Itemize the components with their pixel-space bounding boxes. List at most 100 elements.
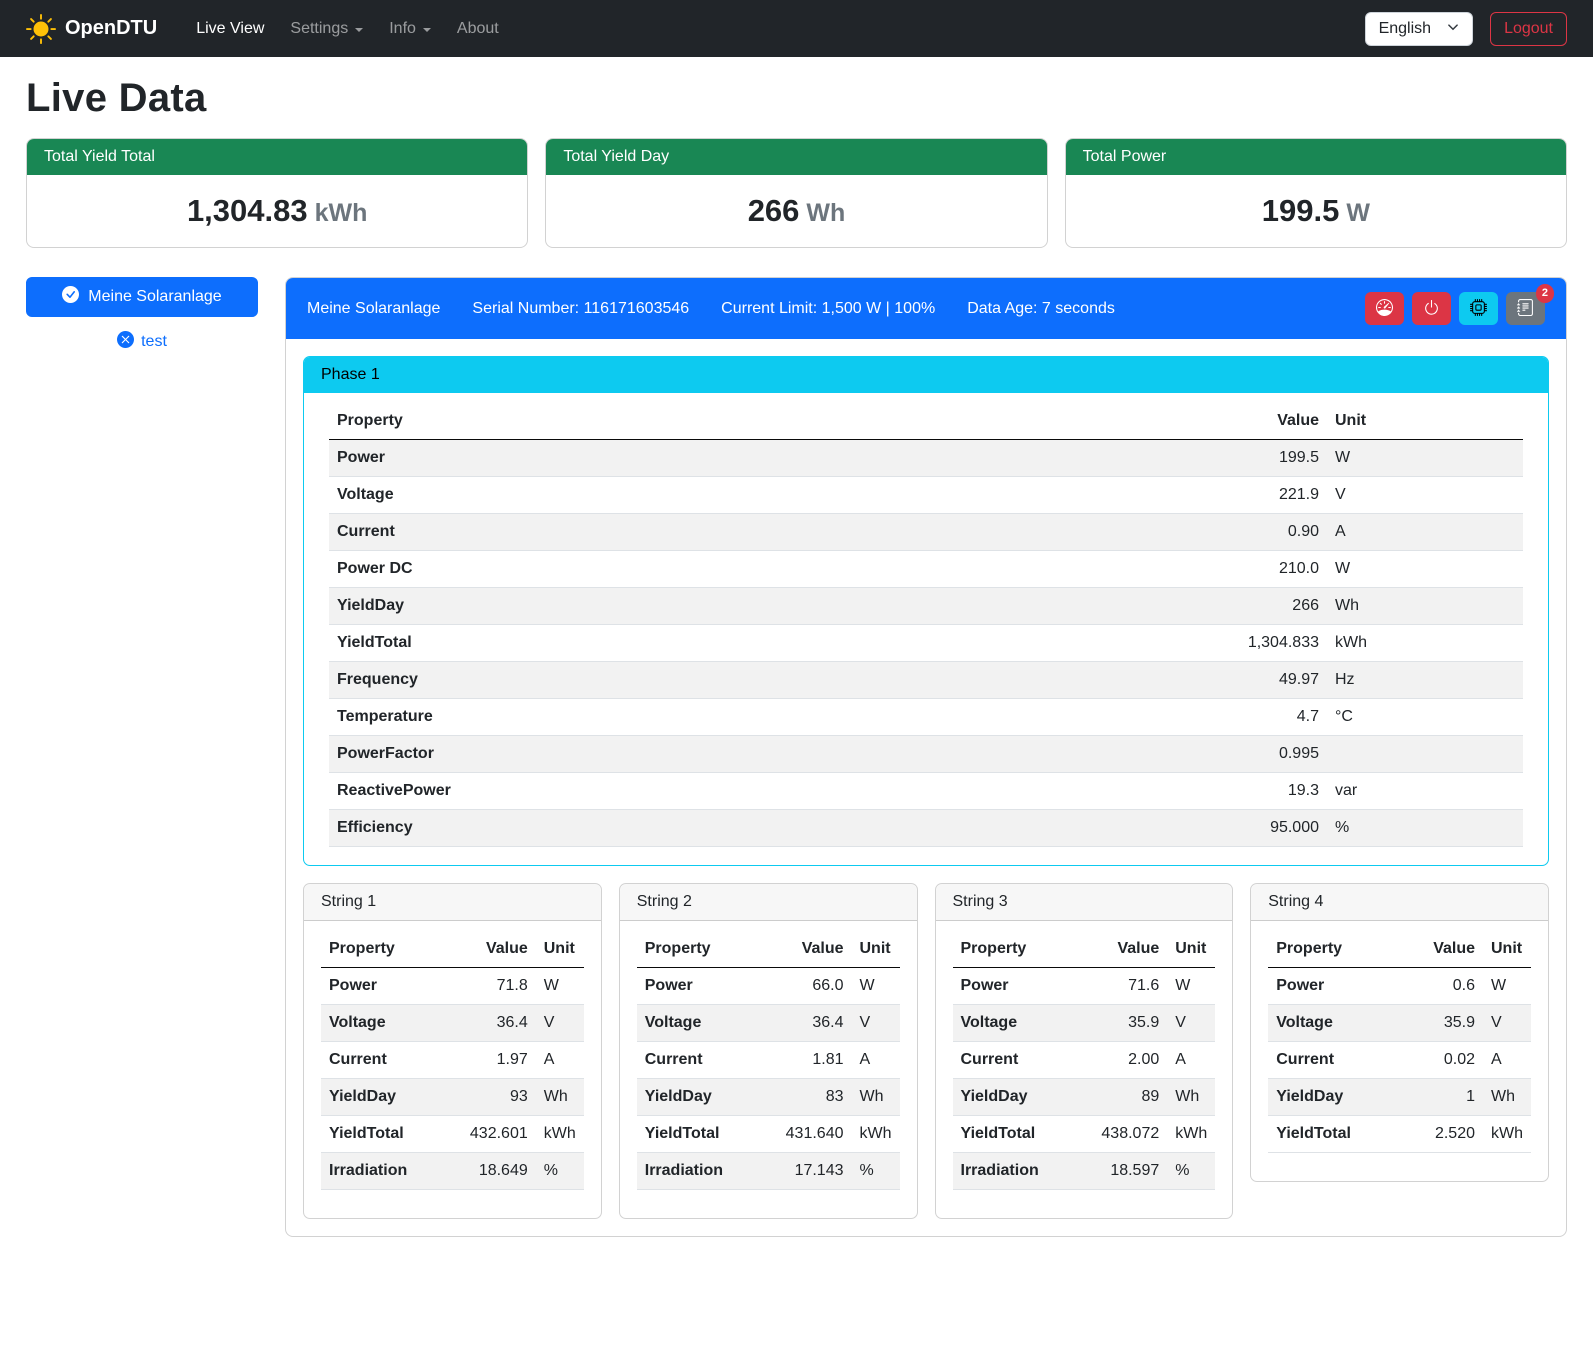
value-cell: 2.520 — [1401, 1116, 1483, 1153]
string-table: Property Value Unit Power71.6WVoltage35.… — [953, 931, 1216, 1190]
column-header-property: Property — [953, 931, 1086, 968]
value-cell: 35.9 — [1401, 1005, 1483, 1042]
table-row: Irradiation18.649% — [321, 1153, 584, 1190]
table-row: Voltage36.4V — [637, 1005, 900, 1042]
unit-cell: kWh — [1483, 1116, 1531, 1153]
value-cell: 95.000 — [1195, 810, 1327, 847]
language-select[interactable]: English — [1365, 12, 1473, 46]
value-cell: 18.597 — [1085, 1153, 1167, 1190]
summary-card-value: 199.5 — [1262, 193, 1340, 228]
value-cell: 71.6 — [1085, 968, 1167, 1005]
table-row: Power DC210.0W — [329, 551, 1523, 588]
page-title: Live Data — [26, 76, 1567, 121]
logout-button[interactable]: Logout — [1490, 12, 1567, 46]
value-cell: 93 — [454, 1079, 536, 1116]
table-row: Current2.00A — [953, 1042, 1216, 1079]
property-cell: Current — [1268, 1042, 1401, 1079]
property-cell: Power — [953, 968, 1086, 1005]
unit-cell: Wh — [1327, 588, 1523, 625]
table-row: Power199.5W — [329, 440, 1523, 477]
property-cell: YieldDay — [329, 588, 1195, 625]
summary-card-unit: W — [1346, 199, 1370, 227]
chevron-down-icon — [423, 28, 431, 32]
string-title: String 2 — [620, 884, 917, 921]
string-card-3: String 3 Property Value Unit — [935, 883, 1234, 1219]
table-row: YieldDay1Wh — [1268, 1079, 1531, 1116]
summary-card-total-yield-day: Total Yield Day 266Wh — [545, 138, 1047, 248]
property-cell: Irradiation — [321, 1153, 454, 1190]
property-cell: Irradiation — [637, 1153, 770, 1190]
unit-cell: W — [852, 968, 900, 1005]
string-card-1: String 1 Property Value Unit — [303, 883, 602, 1219]
column-header-value: Value — [454, 931, 536, 968]
summary-card-value: 1,304.83 — [187, 193, 308, 228]
value-cell: 438.072 — [1085, 1116, 1167, 1153]
table-row: YieldTotal432.601kWh — [321, 1116, 584, 1153]
unit-cell: W — [1167, 968, 1215, 1005]
unit-cell: Wh — [536, 1079, 584, 1116]
summary-card-value: 266 — [748, 193, 800, 228]
property-cell: YieldTotal — [953, 1116, 1086, 1153]
power-icon — [1423, 299, 1440, 319]
inverter-current-limit: Current Limit: 1,500 W | 100% — [721, 300, 935, 318]
value-cell: 221.9 — [1195, 477, 1327, 514]
nav-live-view[interactable]: Live View — [183, 12, 277, 46]
inverter-sidebar: Meine Solaranlage test — [26, 277, 258, 353]
chevron-down-icon — [355, 28, 363, 32]
unit-cell: A — [1327, 514, 1523, 551]
unit-cell: V — [852, 1005, 900, 1042]
sidebar-item-test[interactable]: test — [26, 331, 258, 353]
limit-settings-button[interactable] — [1365, 292, 1404, 325]
property-cell: ReactivePower — [329, 773, 1195, 810]
check-circle-icon — [62, 286, 79, 308]
phase-title: Phase 1 — [304, 357, 1548, 393]
nav-info[interactable]: Info — [376, 12, 444, 46]
event-log-button[interactable]: 2 — [1506, 292, 1545, 325]
journal-icon — [1517, 299, 1534, 319]
value-cell: 199.5 — [1195, 440, 1327, 477]
summary-card-body: 199.5W — [1066, 175, 1566, 247]
summary-card-title: Total Yield Total — [27, 139, 527, 175]
table-row: YieldDay89Wh — [953, 1079, 1216, 1116]
property-cell: YieldTotal — [329, 625, 1195, 662]
string-body: Property Value Unit Power66.0WVoltage36.… — [620, 921, 917, 1218]
inverter-select-button[interactable]: Meine Solaranlage — [26, 277, 258, 317]
table-row: Power0.6W — [1268, 968, 1531, 1005]
unit-cell: % — [1327, 810, 1523, 847]
phase-card: Phase 1 Property Value Unit Power199.5WV… — [303, 356, 1549, 866]
table-row: Efficiency95.000% — [329, 810, 1523, 847]
property-cell: Power — [637, 968, 770, 1005]
power-settings-button[interactable] — [1412, 292, 1451, 325]
property-cell: YieldDay — [321, 1079, 454, 1116]
unit-cell: kWh — [1327, 625, 1523, 662]
value-cell: 89 — [1085, 1079, 1167, 1116]
value-cell: 83 — [770, 1079, 852, 1116]
table-header-row: Property Value Unit — [329, 403, 1523, 440]
value-cell: 1 — [1401, 1079, 1483, 1116]
unit-cell: Wh — [852, 1079, 900, 1116]
property-cell: Voltage — [953, 1005, 1086, 1042]
summary-card-title: Total Yield Day — [546, 139, 1046, 175]
value-cell: 431.640 — [770, 1116, 852, 1153]
phase-table: Property Value Unit Power199.5WVoltage22… — [329, 403, 1523, 847]
content-row: Meine Solaranlage test Meine Solaranlage… — [26, 277, 1567, 1237]
value-cell: 36.4 — [770, 1005, 852, 1042]
navbar: OpenDTU Live View Settings Info About En… — [0, 0, 1593, 57]
value-cell: 2.00 — [1085, 1042, 1167, 1079]
value-cell: 19.3 — [1195, 773, 1327, 810]
summary-card-unit: Wh — [806, 199, 845, 227]
nav-about[interactable]: About — [444, 12, 512, 46]
table-row: Power66.0W — [637, 968, 900, 1005]
value-cell: 49.97 — [1195, 662, 1327, 699]
unit-cell: % — [1167, 1153, 1215, 1190]
nav-settings-label: Settings — [290, 20, 348, 38]
string-table: Property Value Unit Power0.6WVoltage35.9… — [1268, 931, 1531, 1153]
value-cell: 71.8 — [454, 968, 536, 1005]
unit-cell: A — [852, 1042, 900, 1079]
nav-settings[interactable]: Settings — [277, 12, 376, 46]
summary-card-total-power: Total Power 199.5W — [1065, 138, 1567, 248]
unit-cell: °C — [1327, 699, 1523, 736]
device-info-button[interactable] — [1459, 292, 1498, 325]
table-row: Irradiation17.143% — [637, 1153, 900, 1190]
brand-link[interactable]: OpenDTU — [26, 14, 157, 44]
